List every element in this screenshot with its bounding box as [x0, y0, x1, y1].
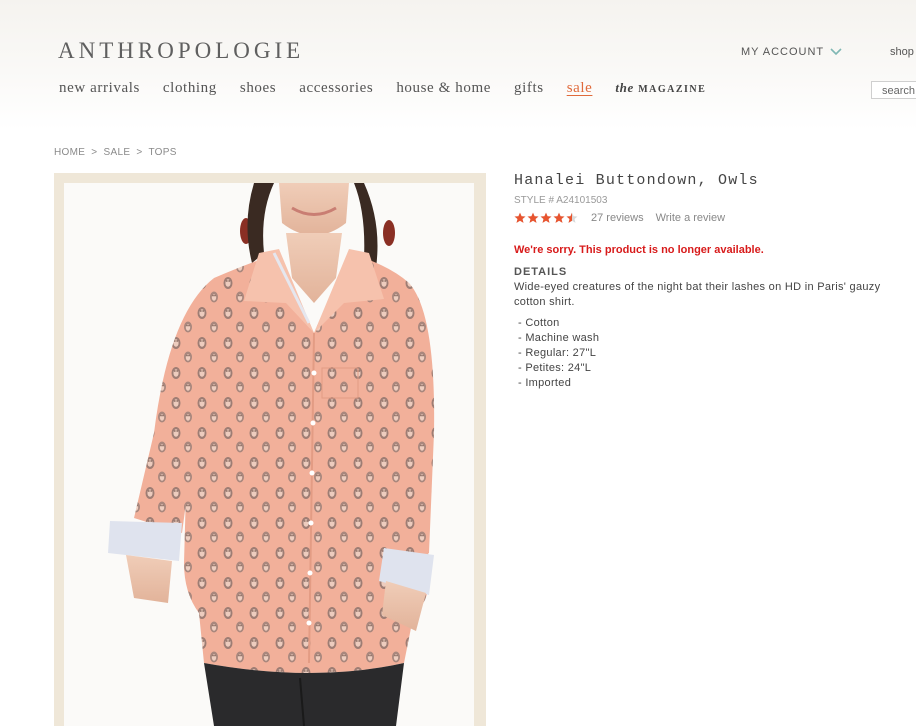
product-description: Wide-eyed creatures of the night bat the…	[514, 281, 881, 308]
logo[interactable]: ANTHROPOLOGIE	[58, 38, 304, 64]
unavailable-message: We're sorry. This product is no longer a…	[514, 244, 764, 256]
nav-sale[interactable]: sale	[567, 80, 593, 97]
list-item: - Regular: 27"L	[518, 347, 597, 359]
star-icon	[566, 212, 578, 223]
star-icon	[553, 212, 565, 223]
details-heading: DETAILS	[514, 266, 568, 278]
nav-house-home[interactable]: house & home	[396, 80, 491, 97]
magazine-word-label: MAGAZINE	[638, 84, 707, 95]
breadcrumb: HOME > SALE > TOPS	[54, 147, 180, 158]
chevron-down-icon	[830, 48, 842, 56]
my-account-label: MY ACCOUNT	[741, 46, 825, 58]
list-item: - Petites: 24"L	[518, 362, 592, 374]
product-photo-illustration	[108, 183, 435, 726]
star-icon	[540, 212, 552, 223]
rating-row: 27 reviews Write a review	[514, 212, 725, 224]
breadcrumb-home[interactable]: HOME	[54, 147, 85, 158]
nav-gifts[interactable]: gifts	[514, 80, 544, 97]
list-item: - Imported	[518, 377, 572, 389]
main-nav: new arrivals clothing shoes accessories …	[59, 80, 729, 97]
header-background	[0, 0, 916, 130]
nav-magazine[interactable]: the MAGAZINE	[615, 80, 706, 97]
shop-link[interactable]: shop	[890, 46, 914, 58]
star-icon	[514, 212, 526, 223]
breadcrumb-separator: >	[136, 147, 143, 158]
nav-shoes[interactable]: shoes	[240, 80, 276, 97]
nav-clothing[interactable]: clothing	[163, 80, 217, 97]
star-icon	[527, 212, 539, 223]
details-list: - Cotton - Machine wash - Regular: 27"L …	[518, 316, 599, 391]
breadcrumb-separator: >	[91, 147, 98, 158]
list-item: - Cotton	[518, 317, 560, 329]
star-rating	[514, 212, 578, 224]
my-account-menu[interactable]: MY ACCOUNT	[741, 46, 842, 58]
magazine-the-label: the	[615, 80, 634, 95]
write-review-link[interactable]: Write a review	[656, 212, 725, 224]
list-item: - Machine wash	[518, 332, 600, 344]
style-number: STYLE # A24101503	[514, 195, 608, 206]
product-title: Hanalei Buttondown, Owls	[514, 172, 759, 189]
nav-new-arrivals[interactable]: new arrivals	[59, 80, 140, 97]
breadcrumb-sale[interactable]: SALE	[104, 147, 131, 158]
reviews-link[interactable]: 27 reviews	[591, 212, 644, 224]
nav-accessories[interactable]: accessories	[299, 80, 373, 97]
product-image[interactable]	[64, 183, 474, 726]
search-input[interactable]: search	[871, 81, 916, 99]
breadcrumb-tops[interactable]: TOPS	[148, 147, 176, 158]
